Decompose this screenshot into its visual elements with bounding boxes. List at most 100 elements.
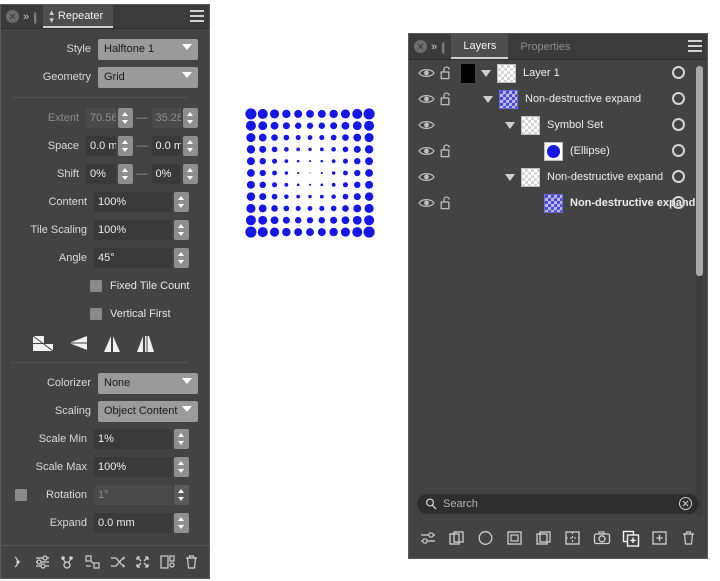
extent-y-stepper[interactable] — [183, 108, 198, 128]
snapshot-icon[interactable] — [592, 528, 612, 548]
eye-icon[interactable] — [418, 93, 435, 106]
unlock-icon[interactable] — [440, 144, 453, 158]
unlock-icon[interactable] — [440, 196, 453, 210]
rotation-checkbox[interactable] — [15, 489, 27, 501]
style-dropdown[interactable]: Halftone 1 — [98, 38, 198, 60]
unlock-icon[interactable] — [440, 144, 453, 158]
shift-x-stepper[interactable] — [117, 164, 133, 184]
extent-x-stepper[interactable] — [117, 108, 133, 128]
eye-icon[interactable] — [418, 67, 435, 80]
duplicate-layer-icon[interactable] — [447, 528, 467, 548]
unlock-icon[interactable] — [440, 66, 453, 80]
flip-vertical-both-icon[interactable] — [136, 335, 156, 353]
expand-triangle-icon[interactable] — [481, 69, 491, 77]
pressure-icon[interactable] — [9, 553, 27, 571]
layer-row[interactable]: Non-destructive expand — [409, 190, 707, 216]
trash-icon[interactable] — [183, 553, 201, 571]
layer-list[interactable]: Layer 1 Non-destructive expand Symbol Set (… — [409, 60, 707, 518]
layer-thumbnail[interactable] — [544, 141, 563, 161]
hamburger-menu-icon[interactable] — [688, 40, 702, 52]
scale-min-stepper[interactable] — [174, 429, 189, 449]
colorizer-dropdown[interactable]: None — [98, 372, 198, 394]
duplicate-shape-icon[interactable] — [158, 553, 176, 571]
add-pixel-layer-icon[interactable] — [621, 528, 641, 548]
mask-icon[interactable] — [534, 528, 554, 548]
geometry-dropdown[interactable]: Grid — [98, 66, 198, 88]
space-x-stepper[interactable] — [117, 136, 133, 156]
angle-input[interactable]: 45° — [94, 248, 172, 268]
layer-row[interactable]: Symbol Set — [409, 112, 707, 138]
shift-x-input[interactable]: 0% — [86, 164, 116, 184]
layer-target-toggle[interactable] — [672, 170, 685, 183]
eye-icon[interactable] — [418, 197, 435, 209]
rotation-stepper[interactable] — [174, 485, 189, 505]
double-chevron-right-icon[interactable]: » — [431, 41, 437, 53]
drag-grip-icon[interactable]: || — [441, 40, 445, 54]
rotation-input[interactable]: 1° — [94, 485, 172, 505]
double-chevron-right-icon[interactable]: » — [23, 11, 29, 23]
sliders-icon[interactable] — [34, 553, 52, 571]
content-stepper[interactable] — [174, 192, 189, 212]
unlock-icon[interactable] — [440, 196, 453, 210]
eye-icon[interactable] — [418, 67, 435, 79]
eye-icon[interactable] — [418, 171, 435, 184]
eye-icon[interactable] — [418, 145, 435, 158]
vertical-first-checkbox[interactable] — [90, 308, 102, 320]
adjustment-icon[interactable] — [476, 528, 496, 548]
close-circle-icon[interactable] — [6, 10, 19, 23]
unlock-icon[interactable] — [440, 92, 453, 106]
scale-max-input[interactable]: 100% — [94, 457, 172, 477]
tile-scaling-input[interactable]: 100% — [94, 220, 172, 240]
layer-color-swatch[interactable] — [461, 63, 475, 83]
tile-scaling-stepper[interactable] — [174, 220, 189, 240]
flip-horizontal-icon[interactable] — [68, 335, 88, 352]
layer-target-toggle[interactable] — [672, 144, 685, 157]
content-input[interactable]: 100% — [94, 192, 172, 212]
add-layer-icon[interactable] — [650, 528, 670, 548]
flip-vertical-icon[interactable] — [102, 335, 122, 353]
fixed-tile-count-row[interactable]: Fixed Tile Count — [1, 275, 198, 297]
search-input[interactable]: Search — [417, 494, 699, 514]
eye-icon[interactable] — [418, 93, 435, 105]
layer-thumbnail[interactable] — [499, 89, 518, 109]
eye-icon[interactable] — [418, 145, 435, 157]
node-group-icon[interactable] — [59, 553, 77, 571]
drag-grip-icon[interactable]: || — [33, 10, 37, 24]
scaling-dropdown[interactable]: Object Content — [98, 400, 198, 422]
fixed-tile-count-checkbox[interactable] — [90, 280, 102, 292]
layer-target-toggle[interactable] — [672, 118, 685, 131]
layer-target-toggle[interactable] — [672, 196, 685, 209]
layer-thumbnail[interactable] — [544, 193, 563, 213]
eye-icon[interactable] — [418, 119, 435, 131]
flip-horizontal-top-icon[interactable] — [32, 335, 54, 352]
layer-effects-icon[interactable] — [418, 528, 438, 548]
layer-row[interactable]: Layer 1 — [409, 60, 707, 86]
eye-icon[interactable] — [418, 171, 435, 183]
tab-repeater[interactable]: ▴ ▾ Repeater — [43, 5, 114, 28]
eye-icon[interactable] — [418, 197, 435, 210]
shuffle-icon[interactable] — [108, 553, 126, 571]
layer-row[interactable]: Non-destructive expand — [409, 164, 707, 190]
expand-stepper[interactable] — [174, 513, 189, 533]
layer-row[interactable]: Non-destructive expand — [409, 86, 707, 112]
layer-thumbnail[interactable] — [497, 63, 516, 83]
mask-grid-icon[interactable] — [563, 528, 583, 548]
extent-x-input[interactable]: 70.56 m — [86, 108, 116, 128]
close-circle-icon[interactable] — [414, 40, 427, 53]
shift-y-input[interactable]: 0% — [151, 164, 181, 184]
unlock-icon[interactable] — [440, 92, 453, 106]
tab-properties[interactable]: Properties — [508, 34, 582, 59]
eye-icon[interactable] — [418, 119, 435, 132]
extent-y-input[interactable]: 35.28 m — [151, 108, 181, 128]
expand-triangle-icon[interactable] — [483, 95, 493, 103]
live-filter-icon[interactable] — [505, 528, 525, 548]
scale-max-stepper[interactable] — [174, 457, 189, 477]
expand-triangle-icon[interactable] — [505, 173, 515, 181]
layer-thumbnail[interactable] — [521, 115, 540, 135]
angle-stepper[interactable] — [174, 248, 189, 268]
layer-row[interactable]: (Ellipse) — [409, 138, 707, 164]
convert-shape-icon[interactable] — [84, 553, 102, 571]
vertical-first-row[interactable]: Vertical First — [1, 303, 198, 325]
space-y-stepper[interactable] — [183, 136, 198, 156]
layer-thumbnail[interactable] — [521, 167, 540, 187]
